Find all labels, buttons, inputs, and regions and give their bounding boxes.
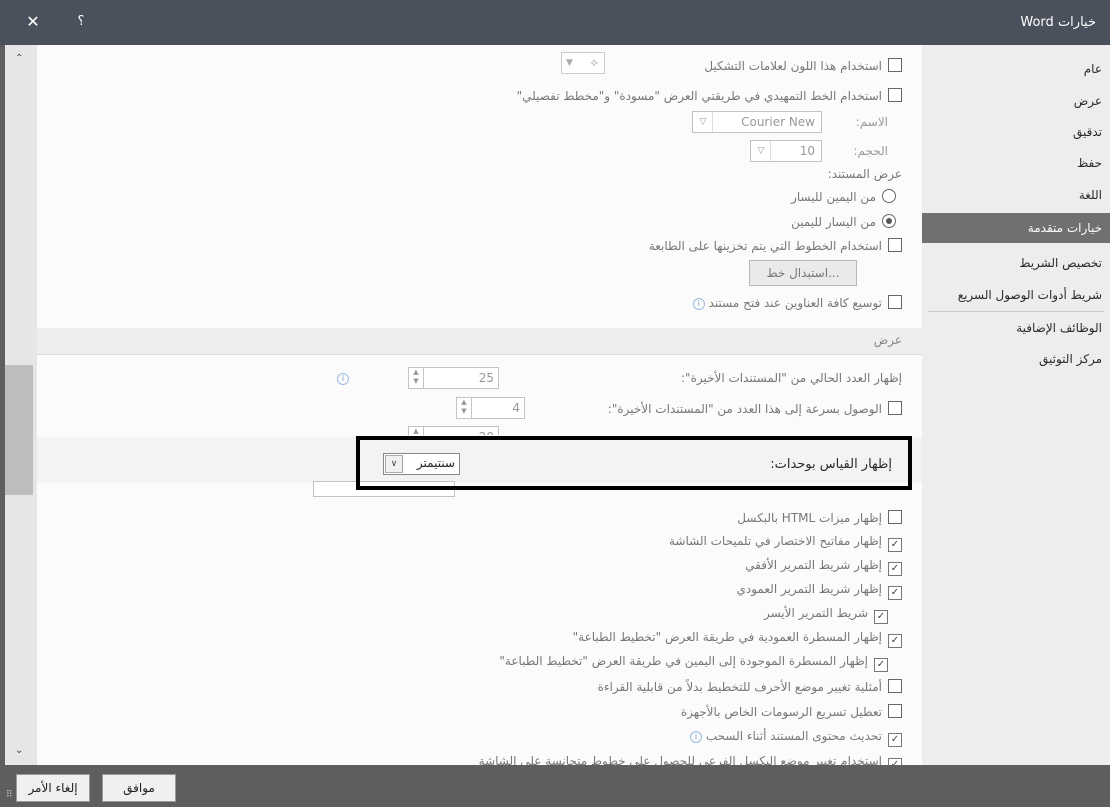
paint-bucket-icon: ⟡ <box>590 55 598 69</box>
font-name-label: الاسم: <box>855 115 888 129</box>
info-icon: i <box>692 298 705 310</box>
vertical-scrollbar[interactable]: ⌃ ⌄ <box>5 45 37 765</box>
radio[interactable] <box>882 189 896 203</box>
checkbox[interactable] <box>888 88 902 102</box>
font-size-select[interactable]: 10 ▽ <box>750 140 822 162</box>
checkbox[interactable]: ✓ <box>888 586 902 600</box>
highlight-box <box>356 436 912 490</box>
font-substitution-button[interactable]: استبدال خط... <box>749 260 857 286</box>
chevron-down-icon: ▽ <box>752 141 771 161</box>
checkbox[interactable]: ✓ <box>888 758 902 765</box>
option-rtl[interactable]: من اليمين لليسار <box>791 189 896 204</box>
sidebar-item-general[interactable]: عام <box>1084 62 1102 76</box>
sidebar-item-quick-access-toolbar[interactable]: شريط أدوات الوصول السريع <box>958 288 1102 302</box>
ok-button[interactable]: موافق <box>102 774 176 802</box>
section-header-display: عرض <box>37 328 922 355</box>
title-bar <box>0 0 1110 45</box>
checkbox[interactable] <box>888 295 902 309</box>
option-ltr[interactable]: من اليسار لليمين <box>791 214 896 229</box>
dropdown-arrow-icon: ▼ <box>566 58 573 68</box>
checkbox[interactable]: ✓ <box>888 733 902 747</box>
advanced-options-list: استخدام هذا اللون لعلامات التشكيل ▼ ⟡ اس… <box>37 45 922 765</box>
scroll-up-icon[interactable]: ⌃ <box>15 53 23 64</box>
option-update-while-dragging[interactable]: ✓تحديث محتوى المستند أثناء السحب i <box>690 729 902 747</box>
recent-folders-count-input[interactable]: 20 <box>423 426 499 435</box>
sidebar-item-customize-ribbon[interactable]: تخصيص الشريط <box>1019 256 1102 270</box>
chevron-down-icon: ▽ <box>694 112 713 132</box>
recent-docs-count-input[interactable]: 25 <box>423 367 499 389</box>
color-picker[interactable]: ▼ ⟡ <box>561 52 605 74</box>
scroll-thumb[interactable] <box>5 365 33 495</box>
option-left-scrollbar[interactable]: ✓شريط التمرير الأيسر <box>764 606 888 624</box>
dialog-footer: موافق إلغاء الأمر <box>0 765 1110 807</box>
option-markings-color[interactable]: استخدام هذا اللون لعلامات التشكيل <box>704 58 902 73</box>
sidebar-item-proofing[interactable]: تدقيق <box>1073 125 1102 139</box>
option-printer-fonts[interactable]: استخدام الخطوط التي يتم تخزينها على الطا… <box>649 238 902 253</box>
checkbox[interactable] <box>888 679 902 693</box>
document-view-label: عرض المستند: <box>827 167 902 181</box>
option-subpixel-positioning[interactable]: ✓استخدام تغيير موضع البكسل الفرعي للحصول… <box>479 754 902 765</box>
option-optimize-positioning[interactable]: أمثلية تغيير موضع الأحرف للتخطيط بدلاً م… <box>598 679 902 694</box>
sidebar-item-language[interactable]: اللغة <box>1079 188 1102 202</box>
options-sidebar: عام عرض تدقيق حفظ اللغة خيارات متقدمة تخ… <box>922 45 1110 765</box>
checkbox[interactable] <box>888 510 902 524</box>
option-vertical-scrollbar[interactable]: ✓إظهار شريط التمرير العمودي <box>737 582 902 600</box>
spinner-icon[interactable]: ▲ <box>408 426 424 435</box>
checkbox[interactable]: ✓ <box>874 658 888 672</box>
sidebar-divider <box>928 311 1104 312</box>
radio[interactable] <box>882 214 896 228</box>
option-vertical-ruler[interactable]: ✓إظهار المسطرة العمودية في طريقة العرض "… <box>573 630 902 648</box>
option-expand-headings[interactable]: توسيع كافة العناوين عند فتح مستند i <box>692 295 902 310</box>
checkbox[interactable]: ✓ <box>888 634 902 648</box>
spinner-icon[interactable]: ▲ ▼ <box>408 367 424 389</box>
option-recent-docs-count: إظهار العدد الحالي من "المستندات الأخيرة… <box>681 371 902 385</box>
font-size-label: الحجم: <box>853 144 888 158</box>
checkbox[interactable] <box>888 238 902 252</box>
quick-access-count-input[interactable]: 4 <box>471 397 525 419</box>
option-horizontal-scrollbar[interactable]: ✓إظهار شريط التمرير الأفقي <box>745 558 902 576</box>
option-draft-font[interactable]: استخدام الخط التمهيدي في طريقتي العرض "م… <box>517 88 902 103</box>
window-title: خيارات Word <box>1020 15 1096 30</box>
help-button[interactable]: ؟ <box>68 9 94 35</box>
cancel-button[interactable]: إلغاء الأمر <box>16 774 90 802</box>
font-name-select[interactable]: Courier New ▽ <box>692 111 822 133</box>
options-content-panel: ⌃ ⌄ استخدام هذا اللون لعلامات التشكيل ▼ … <box>5 45 922 765</box>
sidebar-item-trust-center[interactable]: مركز التوثيق <box>1039 352 1102 366</box>
sidebar-item-add-ins[interactable]: الوظائف الإضافية <box>1016 321 1102 335</box>
sidebar-item-display[interactable]: عرض <box>1074 94 1102 108</box>
resize-grip-icon[interactable]: ⠿ <box>6 790 13 800</box>
info-icon: i <box>337 373 349 385</box>
info-icon: i <box>690 731 703 743</box>
sidebar-item-advanced[interactable]: خيارات متقدمة <box>922 213 1110 243</box>
checkbox[interactable]: ✓ <box>888 562 902 576</box>
checkbox[interactable] <box>888 58 902 72</box>
scroll-down-icon[interactable]: ⌄ <box>15 745 23 756</box>
close-icon[interactable]: ✕ <box>20 9 46 35</box>
option-shortcut-keys[interactable]: ✓إظهار مفاتيح الاختصار في تلميحات الشاشة <box>669 534 902 552</box>
checkbox[interactable]: ✓ <box>874 610 888 624</box>
option-html-pixels[interactable]: إظهار ميزات HTML بالبكسل <box>737 510 902 525</box>
spinner-icon[interactable]: ▲ ▼ <box>456 397 472 419</box>
checkbox[interactable] <box>888 401 902 415</box>
option-disable-hw-acceleration[interactable]: تعطيل تسريع الرسومات الخاص بالأجهزة <box>681 704 902 719</box>
sidebar-item-save[interactable]: حفظ <box>1077 156 1102 170</box>
checkbox[interactable]: ✓ <box>888 538 902 552</box>
option-right-ruler[interactable]: ✓إظهار المسطرة الموجودة إلى اليمين في طر… <box>499 654 888 672</box>
option-quick-access-recent[interactable]: الوصول بسرعة إلى هذا العدد من "المستندات… <box>608 401 902 416</box>
checkbox[interactable] <box>888 704 902 718</box>
